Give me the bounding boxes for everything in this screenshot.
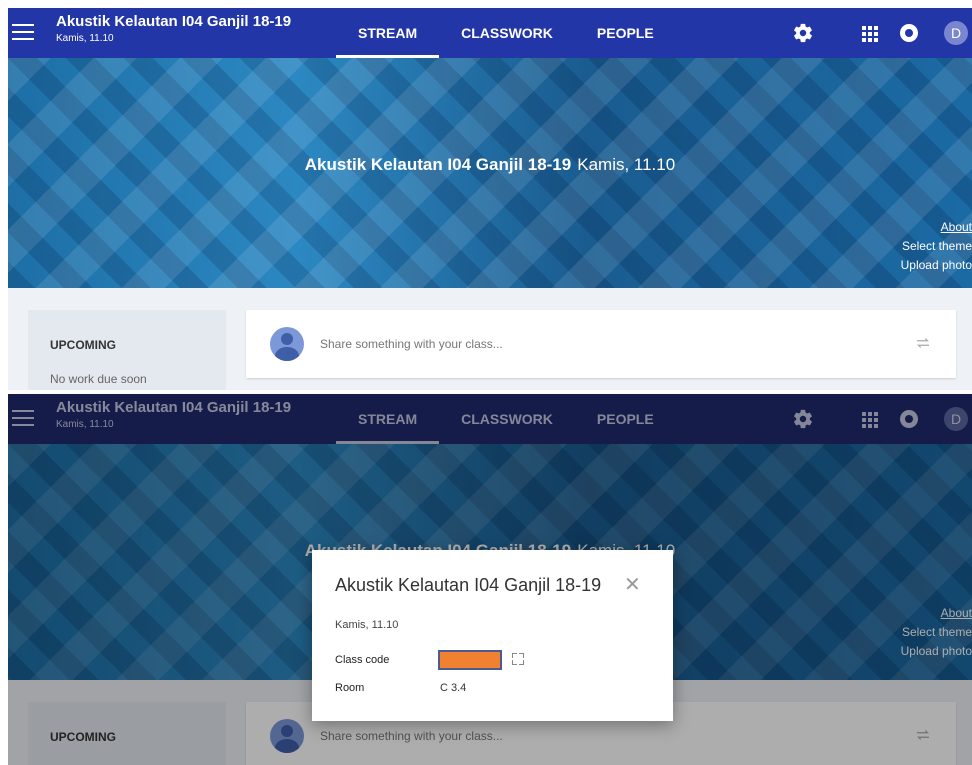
- class-banner: Akustik Kelautan I04 Ganjil 18-19 Kamis, …: [8, 58, 972, 288]
- share-input[interactable]: Share something with your class...: [320, 337, 503, 351]
- class-code-label: Class code: [335, 654, 390, 666]
- repost-icon[interactable]: [914, 334, 932, 352]
- tab-classwork[interactable]: CLASSWORK: [439, 8, 575, 58]
- tab-people[interactable]: PEOPLE: [575, 8, 676, 58]
- classroom-stream-view: Akustik Kelautan I04 Ganjil 18-19 Kamis,…: [8, 8, 972, 390]
- avatar[interactable]: D: [944, 21, 968, 45]
- share-box[interactable]: Share something with your class...: [246, 310, 956, 378]
- class-info-dialog: Akustik Kelautan I04 Ganjil 18-19 ✕ Kami…: [312, 550, 673, 721]
- app-header: Akustik Kelautan I04 Ganjil 18-19 Kamis,…: [8, 8, 972, 58]
- room-label: Room: [335, 682, 365, 694]
- apps-grid-icon[interactable]: [858, 22, 880, 44]
- dialog-title: Akustik Kelautan I04 Ganjil 18-19: [335, 575, 602, 595]
- banner-links: About Select theme Upload photo: [901, 218, 972, 275]
- expand-icon[interactable]: [512, 653, 524, 665]
- tab-stream[interactable]: STREAM: [336, 8, 440, 58]
- notification-icon[interactable]: [900, 24, 918, 42]
- upload-photo-link[interactable]: Upload photo: [901, 256, 972, 275]
- banner-title: Akustik Kelautan I04 Ganjil 18-19 Kamis, …: [8, 155, 972, 175]
- class-subtitle: Kamis, 11.10: [56, 33, 114, 44]
- about-link[interactable]: About: [901, 218, 972, 237]
- dialog-subtitle: Kamis, 11.10: [335, 619, 399, 631]
- class-code-redacted: [438, 650, 502, 670]
- upcoming-card: UPCOMING No work due soon: [28, 310, 226, 390]
- close-icon[interactable]: ✕: [624, 575, 641, 595]
- nav-tabs: STREAM CLASSWORK PEOPLE: [336, 8, 676, 58]
- room-value: C 3.4: [440, 682, 467, 694]
- upcoming-title: UPCOMING: [50, 338, 116, 352]
- class-title[interactable]: Akustik Kelautan I04 Ganjil 18-19: [56, 13, 291, 30]
- upcoming-empty-text: No work due soon: [50, 372, 147, 386]
- banner-class-subtitle: Kamis, 11.10: [577, 155, 676, 174]
- banner-class-name: Akustik Kelautan I04 Ganjil 18-19: [304, 155, 572, 174]
- user-avatar-icon: [270, 327, 304, 361]
- gear-icon[interactable]: [792, 22, 814, 44]
- menu-icon[interactable]: [12, 19, 34, 47]
- select-theme-link[interactable]: Select theme: [901, 237, 972, 256]
